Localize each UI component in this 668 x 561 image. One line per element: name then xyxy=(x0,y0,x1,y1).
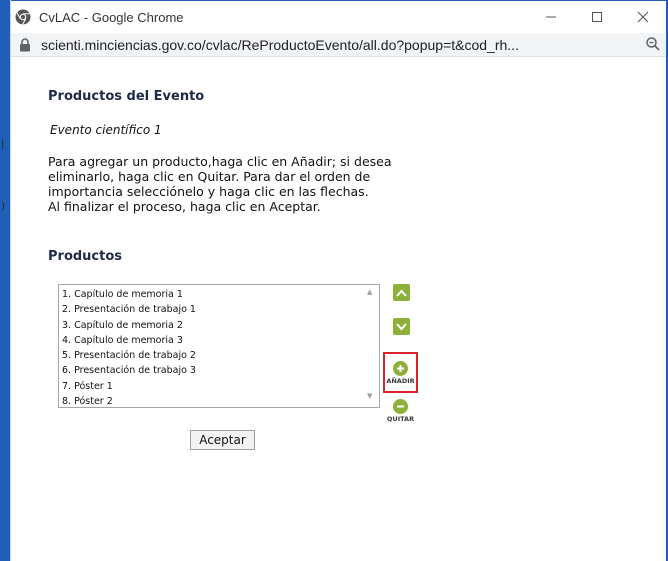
scroll-up-icon[interactable]: ▲ xyxy=(367,288,372,296)
listbox-scrollbar[interactable]: ▲ ▼ xyxy=(363,285,379,407)
list-item[interactable]: 3. Capítulo de memoria 2 xyxy=(62,318,196,333)
zoom-icon[interactable] xyxy=(646,37,660,51)
list-item[interactable]: 1. Capítulo de memoria 1 xyxy=(62,287,196,302)
list-item[interactable]: 6. Presentación de trabajo 3 xyxy=(62,363,196,378)
move-down-button[interactable] xyxy=(393,318,410,335)
window-frame-left xyxy=(0,0,10,561)
arrow-up-icon xyxy=(396,289,407,297)
products-heading: Productos xyxy=(48,249,123,264)
products-listbox[interactable]: 1. Capítulo de memoria 1 2. Presentación… xyxy=(58,284,380,408)
window-title: CvLAC - Google Chrome xyxy=(39,9,184,25)
minus-icon xyxy=(397,405,404,408)
list-item[interactable]: 8. Póster 2 xyxy=(62,394,196,409)
scroll-down-icon[interactable]: ▼ xyxy=(367,392,372,400)
maximize-icon xyxy=(592,12,602,22)
plus-icon xyxy=(397,365,404,372)
add-button[interactable]: AÑADIR xyxy=(385,361,416,385)
list-item[interactable]: 4. Capítulo de memoria 3 xyxy=(62,333,196,348)
event-name: Evento científico 1 xyxy=(50,123,162,137)
minimize-icon xyxy=(546,16,556,18)
maximize-button[interactable] xyxy=(574,1,620,33)
url-text[interactable]: scienti.minciencias.gov.co/cvlac/ReProdu… xyxy=(41,37,641,53)
window-frame-inner xyxy=(10,0,11,561)
close-button[interactable] xyxy=(620,1,666,33)
left-edge-mark: | xyxy=(1,139,5,150)
move-up-button[interactable] xyxy=(393,284,410,301)
close-icon xyxy=(637,11,649,23)
remove-label: QUITAR xyxy=(386,415,415,423)
accept-button[interactable]: Aceptar xyxy=(190,430,255,450)
page-title: Productos del Evento xyxy=(48,89,205,104)
title-bar: CvLAC - Google Chrome xyxy=(11,1,666,33)
instructions: Para agregar un producto,haga clic en Añ… xyxy=(48,154,448,214)
lock-icon xyxy=(20,37,30,51)
arrow-down-icon xyxy=(396,322,407,330)
minimize-button[interactable] xyxy=(528,1,574,33)
remove-button[interactable]: QUITAR xyxy=(385,399,416,423)
add-label: AÑADIR xyxy=(386,377,415,385)
list-item[interactable]: 5. Presentación de trabajo 2 xyxy=(62,348,196,363)
chrome-icon xyxy=(15,9,31,25)
address-bar[interactable]: scienti.minciencias.gov.co/cvlac/ReProdu… xyxy=(11,33,666,57)
left-edge-mark: ) xyxy=(1,201,5,212)
instruction-line: Al finalizar el proceso, haga clic en Ac… xyxy=(48,199,321,214)
instruction-line: importancia selecciónelo y haga clic en … xyxy=(48,184,369,199)
instruction-line: eliminarlo, haga clic en Quitar. Para da… xyxy=(48,169,371,184)
list-item[interactable]: 7. Póster 1 xyxy=(62,379,196,394)
instruction-line: Para agregar un producto,haga clic en Añ… xyxy=(48,154,392,169)
list-item[interactable]: 2. Presentación de trabajo 1 xyxy=(62,302,196,317)
